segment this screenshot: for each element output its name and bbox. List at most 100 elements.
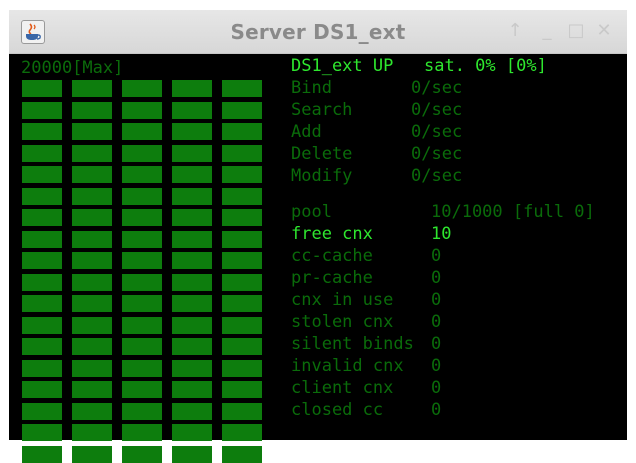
stat-label: invalid cnx [291,356,404,376]
meter-cell [22,209,62,226]
stat-label: cnx in use [291,290,394,310]
meter-cell [72,338,112,355]
pin-button[interactable]: ↑ [503,18,527,42]
pool-value: 10/1000 [full 0] [431,202,595,222]
meter-cell [72,123,112,140]
rate-value: 0/sec [411,144,463,164]
stat-label: closed cc [291,400,384,420]
meter-cell [172,338,212,355]
meter-max-label: 20000[Max] [21,58,124,78]
meter-cell [172,424,212,441]
stat-label: client cnx [291,378,394,398]
meter-cell [122,424,162,441]
stat-value: 0 [431,378,442,398]
stat-value: 0 [431,334,442,354]
meter-cell [22,252,62,269]
free-cnx-value: 10 [431,224,452,244]
close-button[interactable]: ✕ [592,18,616,42]
meter-cell [72,273,112,291]
stat-value: 0 [431,400,442,420]
meter-cell [222,144,262,162]
meter-cell [172,359,212,377]
meter-cell [122,381,162,398]
pool-label: pool [291,202,332,222]
meter-cell [122,295,162,312]
close-icon: ✕ [596,19,612,41]
meter-cell [72,402,112,420]
meter-cell [222,445,262,463]
stat-value: 0 [431,268,442,288]
maximize-button[interactable]: □ [564,18,588,42]
stat-value: 0 [431,246,442,266]
meter-cell [222,101,262,119]
minimize-button[interactable]: _ [535,18,559,42]
server-window: Server DS1_ext ↑ _ □ ✕ 20000[Max] DS1_ex… [9,10,627,463]
meter-cell [122,402,162,420]
stat-label: pr-cache [291,268,373,288]
meter-cell [72,80,112,97]
meter-cell [122,230,162,248]
meter-cell [22,445,62,463]
server-up-status: DS1_ext UP [291,56,394,76]
meter-cell [122,80,162,97]
meter-cell [222,230,262,248]
meter-cell [172,445,212,463]
meter-cell [222,252,262,269]
stat-label: cc-cache [291,246,373,266]
meter-cell [122,187,162,205]
meter-cell [72,187,112,205]
rate-value: 0/sec [411,100,463,120]
meter-cell [222,187,262,205]
meter-cell [72,295,112,312]
meter-cell [22,359,62,377]
minimize-icon: _ [542,19,552,41]
stat-value: 0 [431,312,442,332]
meter-cell [22,273,62,291]
meter-cell [222,295,262,312]
meter-cell [72,445,112,463]
meter-cell [222,424,262,441]
meter-cell [222,80,262,97]
meter-cell [22,144,62,162]
meter-cell [172,273,212,291]
rate-label: Add [291,122,322,142]
meter-cell [122,209,162,226]
stat-label: silent binds [291,334,414,354]
meter-cell [22,338,62,355]
arrow-up-icon: ↑ [507,19,523,41]
meter-cell [22,295,62,312]
meter-cell [122,273,162,291]
meter-cell [172,316,212,334]
meter-cell [122,166,162,183]
free-cnx-label: free cnx [291,224,373,244]
meter-cell [22,424,62,441]
title-bar[interactable]: Server DS1_ext ↑ _ □ ✕ [9,10,627,54]
meter-cell [222,123,262,140]
meter-cell [172,295,212,312]
meter-cell [172,80,212,97]
meter-cell [72,316,112,334]
stat-label: stolen cnx [291,312,394,332]
rate-label: Bind [291,78,332,98]
meter-cell [22,230,62,248]
meter-cell [222,209,262,226]
rate-label: Modify [291,166,353,186]
meter-cell [172,209,212,226]
meter-cell [172,166,212,183]
meter-cell [72,424,112,441]
meter-cell [222,166,262,183]
rate-label: Search [291,100,353,120]
meter-cell [22,123,62,140]
rate-label: Delete [291,144,353,164]
meter-cell [172,230,212,248]
meter-cell [22,166,62,183]
meter-cell [72,101,112,119]
meter-cell [122,445,162,463]
meter-cell [72,252,112,269]
meter-cell [22,187,62,205]
meter-cell [172,123,212,140]
meter-cell [22,316,62,334]
meter-cell [222,402,262,420]
meter-cell [72,230,112,248]
meter-cell [222,273,262,291]
